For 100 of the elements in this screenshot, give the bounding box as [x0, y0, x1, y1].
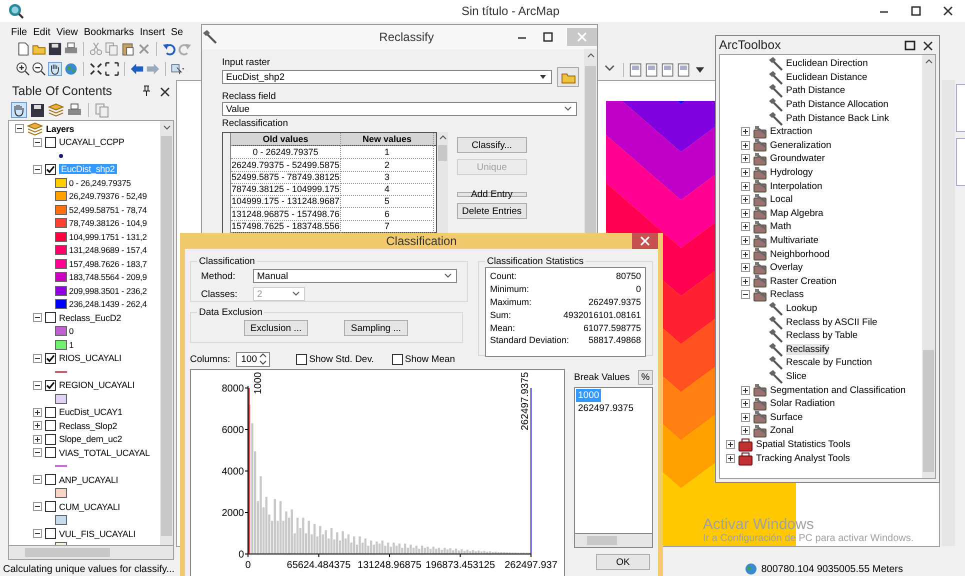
toolbox-item[interactable]: Tracking Analyst Tools — [756, 452, 850, 464]
table-cell[interactable]: 0 - 26249.79375 — [231, 146, 341, 160]
menu-item[interactable]: Bookmarks — [80, 26, 137, 38]
toolbox-item[interactable]: Euclidean Direction — [786, 58, 868, 70]
layer-name[interactable]: EucDist_UCAY1 — [59, 407, 122, 418]
toolbox-item[interactable]: Path Distance — [786, 85, 846, 96]
column-header[interactable]: New values — [341, 133, 434, 146]
toolbox-item[interactable]: Path Distance Back Link — [786, 112, 889, 124]
status-message: Calculating unique values for classify... — [3, 564, 175, 574]
toolbox-item[interactable]: Path Distance Allocation — [786, 99, 888, 110]
toolbox-item[interactable]: Reclass — [770, 289, 804, 300]
table-cell[interactable]: 52499.5875 - 78749.38125 — [231, 170, 341, 184]
toolbox-item[interactable]: Raster Creation — [770, 276, 837, 287]
toolbox-item[interactable]: Reclass by ASCII File — [786, 316, 878, 328]
toolbox-item[interactable]: Groundwater — [770, 153, 825, 164]
method-dropdown[interactable]: Manual — [253, 269, 457, 283]
field-label: Method: — [200, 270, 236, 282]
column-header[interactable]: Old values — [231, 133, 341, 146]
group-label: Classification — [198, 256, 256, 267]
stat-label: Sum: — [490, 310, 512, 320]
table-cell[interactable]: 26249.79375 - 52499.5875 — [231, 158, 341, 172]
layer-name[interactable]: VUL_FIS_UCAYALI — [59, 528, 136, 539]
menu-item[interactable]: Edit — [30, 26, 54, 38]
toolbox-item[interactable]: Lookup — [786, 302, 818, 314]
dialog-button[interactable]: Exclusion ... — [244, 320, 308, 336]
columns-spinner[interactable]: 100 — [236, 352, 270, 366]
toolbox-item[interactable]: Euclidean Distance — [786, 72, 868, 83]
axis-label: 2000 — [222, 508, 244, 519]
dialog-button[interactable]: Delete Entries — [457, 203, 527, 219]
toolbox-item[interactable]: Segmentation and Classification — [770, 384, 906, 396]
toolbox-item[interactable]: Surface — [770, 412, 803, 423]
table-cell[interactable]: 131248.96875 - 157498.76 — [231, 208, 341, 221]
layer-name[interactable]: Slope_dem_uc2 — [59, 434, 122, 444]
stat-value: 0 — [636, 284, 641, 294]
layer-name[interactable]: CUM_UCAYALI — [59, 502, 120, 512]
toolbox-item[interactable]: Extraction — [770, 126, 812, 138]
break-label: 262497.9375 — [520, 372, 531, 430]
stat-value: 80750 — [616, 271, 641, 282]
toolbox-item[interactable]: Reclassify — [786, 344, 830, 355]
layer-name[interactable]: REGION_UCAYALI — [59, 380, 135, 390]
menu-item[interactable]: View — [53, 26, 81, 38]
toolbox-item[interactable]: Neighborhood — [770, 248, 830, 260]
input-raster-dropdown[interactable]: EucDist_shp2 — [222, 70, 552, 84]
stat-label: Count: — [490, 271, 517, 282]
toolbox-item[interactable]: Zonal — [770, 425, 794, 436]
menu-item[interactable]: Insert — [136, 26, 168, 38]
reclass-field-dropdown[interactable]: Value — [222, 102, 577, 116]
dialog-button[interactable]: Add Entry — [457, 192, 527, 197]
legend-label: 0 - 26,249.79375 — [69, 178, 131, 188]
axis-label: 262497.937 — [504, 560, 558, 571]
stat-value: 58817.49868 — [588, 335, 641, 346]
toolbox-item[interactable]: Reclass by Table — [786, 330, 858, 342]
toolbox-item[interactable]: Math — [770, 221, 792, 232]
menu-item[interactable]: File — [8, 26, 30, 38]
field-label: Reclassification — [222, 119, 289, 129]
dialog-title: Reclassify — [378, 30, 435, 44]
stat-label: Standard Deviation: — [490, 335, 570, 346]
toolbox-item[interactable]: Rescale by Function — [786, 357, 872, 368]
field-label: Reclass field — [222, 92, 277, 102]
window-title: Sin título - ArcMap — [461, 4, 560, 18]
break-value[interactable]: 262497.9375 — [576, 402, 636, 415]
toolbox-item[interactable]: Multivariate — [770, 235, 819, 246]
ok-button[interactable]: OK — [596, 554, 650, 570]
checkbox-label[interactable]: Show Std. Dev. — [309, 354, 374, 364]
layer-name[interactable]: UCAYALI_CCPP — [59, 137, 124, 148]
toolbox-item[interactable]: Spatial Statistics Tools — [756, 438, 850, 450]
table-cell[interactable]: 4 — [341, 183, 434, 196]
axis-label: 8000 — [222, 384, 244, 394]
table-cell[interactable]: 2 — [341, 158, 434, 172]
layer-name[interactable]: Reclass_Slop2 — [59, 420, 118, 431]
layer-name[interactable]: ANP_UCAYALI — [59, 474, 118, 485]
layer-name[interactable]: Reclass_EucD2 — [59, 312, 122, 323]
checkbox-label[interactable]: Show Mean — [404, 354, 456, 364]
toolbox-item[interactable]: Local — [770, 194, 793, 206]
table-cell[interactable]: 5 — [341, 195, 434, 208]
legend-label: 209,998.3501 - 236,2 — [69, 286, 147, 296]
layer-name[interactable]: RIOS_UCAYALI — [59, 353, 122, 364]
toolbox-item[interactable]: Interpolation — [770, 180, 822, 192]
menu-item[interactable]: Se — [168, 26, 186, 38]
layer-group-label[interactable]: Layers — [46, 124, 74, 134]
table-cell[interactable]: 78749.38125 - 104999.175 — [231, 183, 341, 196]
table-cell[interactable]: 6 — [341, 208, 434, 221]
legend-label: 104,999.1751 - 131,2 — [69, 232, 147, 242]
toolbox-item[interactable]: Generalization — [770, 140, 832, 151]
table-cell[interactable]: 104999.175 - 131248.9687 — [231, 195, 341, 208]
dialog-button[interactable]: Sampling ... — [344, 320, 408, 336]
toolbox-item[interactable]: Overlay — [770, 262, 803, 274]
activation-message: Ir a Configuración de PC para activar Windows. — [703, 533, 914, 544]
panel-title: Table Of Contents — [12, 84, 114, 98]
axis-label: 65624.484375 — [286, 560, 351, 571]
table-cell[interactable]: 3 — [341, 170, 434, 184]
dialog-button[interactable]: Classify... — [457, 137, 527, 153]
percent-button[interactable]: % — [638, 370, 653, 385]
table-cell[interactable]: 1 — [341, 146, 434, 160]
toolbox-item[interactable]: Slice — [786, 370, 807, 382]
layer-name[interactable]: VIAS_TOTAL_UCAYAL — [59, 448, 150, 458]
toolbox-item[interactable]: Solar Radiation — [770, 398, 835, 410]
toolbox-item[interactable]: Hydrology — [770, 167, 813, 178]
toolbox-item[interactable]: Map Algebra — [770, 208, 824, 219]
legend-label: 0 — [69, 326, 74, 336]
